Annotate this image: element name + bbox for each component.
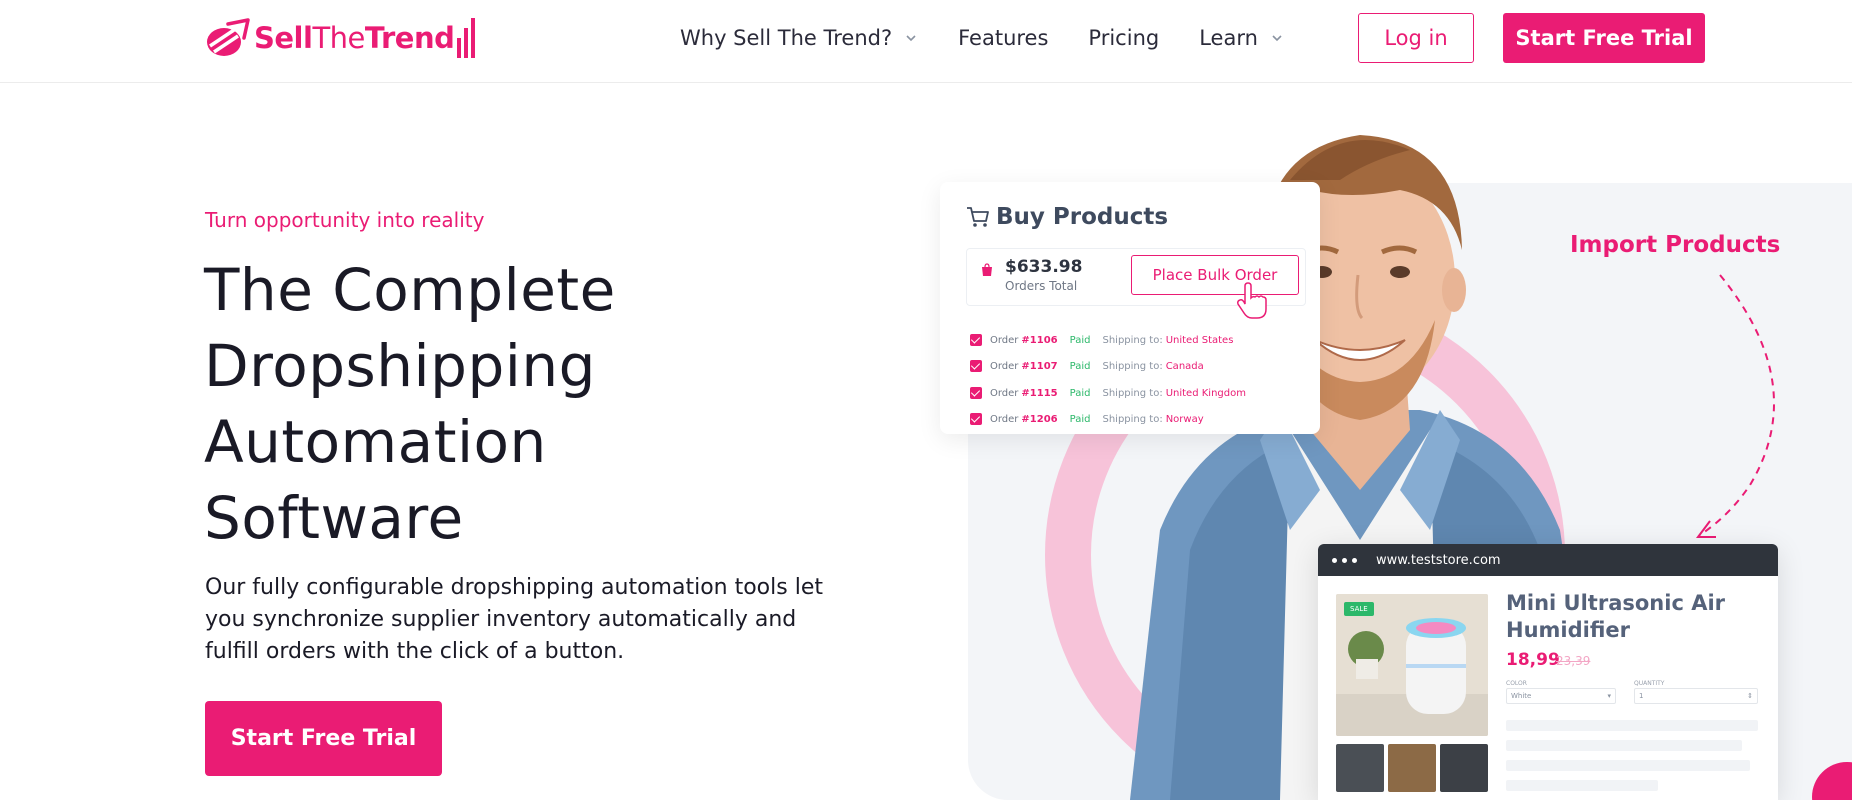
color-select-value: White — [1511, 692, 1532, 700]
product-price: 18,99 — [1506, 650, 1560, 670]
shipping-label: Shipping to: — [1102, 360, 1163, 372]
logo-bars-icon — [457, 18, 476, 58]
placeholder-line — [1506, 740, 1742, 751]
top-navbar: Sell The Trend Why Sell The Trend? Featu… — [0, 0, 1852, 83]
brand-name-part2: The — [312, 21, 365, 55]
start-free-trial-hero-button[interactable]: Start Free Trial — [205, 701, 442, 776]
color-select[interactable]: White ▾ — [1506, 688, 1616, 704]
order-status: Paid — [1069, 334, 1091, 346]
shipping-country: United Kingdom — [1165, 387, 1246, 399]
nav-link-label: Learn — [1199, 26, 1258, 50]
hero-description: Our fully configurable dropshipping auto… — [205, 575, 823, 664]
product-thumbnail[interactable] — [1336, 744, 1384, 792]
shipping-label: Shipping to: — [1102, 387, 1163, 399]
order-number: #1106 — [1021, 334, 1058, 346]
order-row: Order #1107 Paid Shipping to: Canada — [970, 358, 1204, 374]
orders-total-amount: $633.98 — [1005, 257, 1083, 277]
checkbox-checked-icon[interactable] — [970, 387, 982, 399]
shipping-label: Shipping to: — [1102, 334, 1163, 346]
placeholder-line — [1506, 720, 1758, 731]
login-button[interactable]: Log in — [1358, 13, 1474, 63]
nav-link-label: Why Sell The Trend? — [680, 26, 893, 50]
shopping-cart-icon — [967, 207, 989, 227]
shipping-country: United States — [1165, 334, 1234, 346]
chevron-down-icon: ▾ — [1607, 692, 1611, 700]
chevron-down-icon — [1272, 35, 1282, 42]
order-label: Order — [990, 387, 1019, 399]
brand-name-part3: Trend — [364, 21, 455, 55]
product-thumbnail[interactable] — [1388, 744, 1436, 792]
nav-learn[interactable]: Learn — [1199, 26, 1284, 50]
placeholder-line — [1506, 760, 1750, 771]
order-label: Order — [990, 334, 1019, 346]
quantity-field-label: QUANTITY — [1634, 680, 1665, 687]
logo-swoosh-icon — [207, 18, 250, 56]
order-number: #1115 — [1021, 387, 1058, 399]
nav-why-sell-the-trend[interactable]: Why Sell The Trend? — [680, 26, 918, 50]
window-dot-icon — [1332, 557, 1337, 563]
hero-eyebrow: Turn opportunity into reality — [205, 208, 485, 232]
placeholder-line — [1506, 780, 1658, 791]
buy-products-card: Buy Products $633.98 Orders Total Place … — [940, 182, 1320, 434]
order-status: Paid — [1069, 360, 1091, 372]
start-free-trial-nav-button[interactable]: Start Free Trial — [1503, 13, 1705, 63]
order-label: Order — [990, 360, 1019, 372]
order-number: #1206 — [1021, 413, 1058, 425]
pointer-hand-icon — [1237, 282, 1267, 319]
order-row: Order #1115 Paid Shipping to: United Kin… — [970, 385, 1246, 401]
nav-link-label: Pricing — [1088, 26, 1160, 50]
place-bulk-order-button[interactable]: Place Bulk Order — [1131, 255, 1299, 295]
order-number: #1107 — [1021, 360, 1058, 372]
order-status: Paid — [1069, 387, 1091, 399]
buy-products-title: Buy Products — [996, 204, 1169, 230]
window-dot-icon — [1342, 557, 1347, 563]
shopping-bag-icon — [982, 263, 992, 276]
main-nav: Why Sell The Trend? Features Pricing Lea… — [680, 0, 1324, 76]
product-thumbnail[interactable] — [1440, 744, 1488, 792]
browser-url: www.teststore.com — [1376, 552, 1501, 568]
quantity-value: 1 — [1639, 692, 1644, 700]
nav-link-label: Features — [958, 26, 1049, 50]
browser-address-bar: www.teststore.com — [1318, 544, 1778, 576]
product-image: SALE — [1336, 594, 1488, 736]
color-field-label: COLOR — [1506, 680, 1527, 687]
product-preview-card: www.teststore.com SALE Mini Ultrasonic A… — [1318, 544, 1778, 800]
shipping-label: Shipping to: — [1102, 413, 1163, 425]
brand-name-part1: Sell — [254, 21, 313, 55]
order-status: Paid — [1069, 413, 1091, 425]
shipping-country: Canada — [1165, 360, 1204, 372]
orders-total-label: Orders Total — [1005, 279, 1078, 293]
hero-title: The Complete Dropshipping Automation Sof… — [204, 256, 616, 552]
product-thumbnails — [1336, 744, 1492, 792]
product-old-price: 23,39 — [1556, 654, 1591, 668]
shipping-country: Norway — [1165, 413, 1204, 425]
quantity-stepper[interactable]: 1 ⇕ — [1634, 688, 1758, 704]
checkbox-checked-icon[interactable] — [970, 413, 982, 425]
brand-name: Sell The Trend — [254, 21, 455, 55]
checkbox-checked-icon[interactable] — [970, 360, 982, 372]
order-label: Order — [990, 413, 1019, 425]
stepper-arrows-icon: ⇕ — [1747, 692, 1753, 700]
checkbox-checked-icon[interactable] — [970, 334, 982, 346]
hero-visual: Buy Products $633.98 Orders Total Place … — [940, 100, 1852, 800]
nav-features[interactable]: Features — [958, 26, 1048, 50]
nav-pricing[interactable]: Pricing — [1088, 26, 1159, 50]
product-name: Mini Ultrasonic Air Humidifier — [1506, 591, 1726, 642]
window-dot-icon — [1352, 557, 1357, 563]
order-row: Order #1206 Paid Shipping to: Norway — [970, 411, 1204, 427]
brand-logo[interactable]: Sell The Trend — [204, 16, 476, 60]
import-products-label: Import Products — [1570, 232, 1781, 258]
chevron-down-icon — [906, 35, 916, 42]
order-row: Order #1106 Paid Shipping to: United Sta… — [970, 332, 1233, 348]
sale-badge: SALE — [1344, 602, 1374, 616]
